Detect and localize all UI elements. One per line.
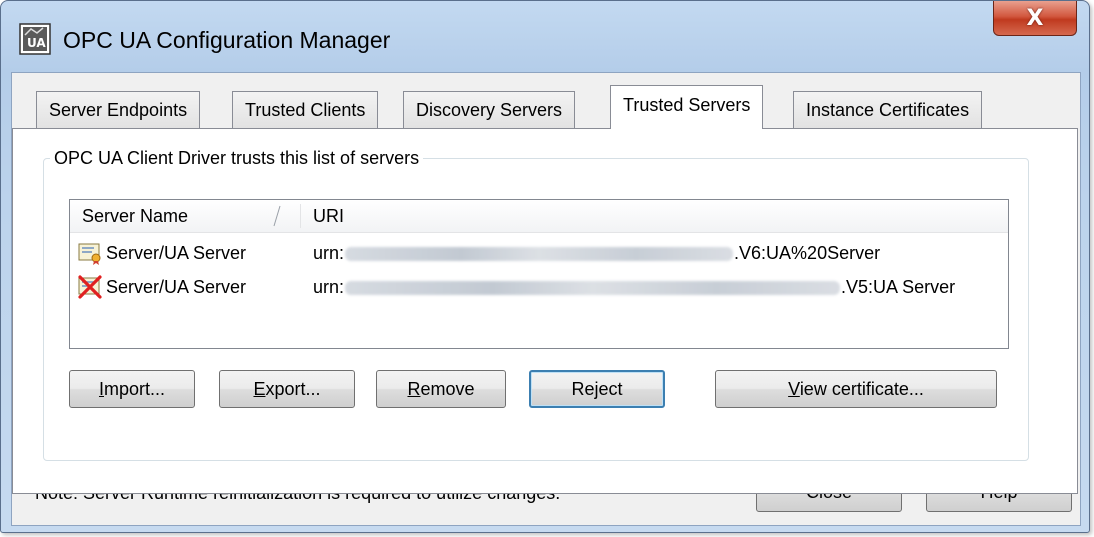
tab-label: Discovery Servers	[416, 100, 563, 120]
dialog-client-area: Server Endpoints Trusted Clients Discove…	[11, 72, 1081, 526]
uri-cell: urn: .V6:UA%20Server	[313, 238, 880, 268]
column-header-uri[interactable]: URI	[313, 200, 344, 232]
tab-label: Trusted Servers	[623, 95, 751, 115]
export-button[interactable]: Export...	[219, 370, 355, 408]
server-list[interactable]: Server Name URI Server/UA Server urn: .V…	[69, 199, 1009, 349]
uri-suffix: .V5:UA Server	[841, 277, 956, 297]
trusted-servers-groupbox: OPC UA Client Driver trusts this list of…	[43, 146, 1029, 461]
column-sort-indicator-icon	[273, 205, 281, 227]
reject-label: Reject	[571, 379, 623, 399]
view-cert-accel: V	[788, 379, 800, 399]
export-accel: E	[253, 379, 266, 399]
window-title: OPC UA Configuration Manager	[63, 27, 391, 53]
tab-label: Trusted Clients	[245, 100, 366, 120]
server-name-cell: Server/UA Server	[106, 243, 247, 263]
column-divider	[300, 204, 301, 228]
redacted-uri-segment	[345, 281, 841, 296]
certificate-trusted-icon	[78, 243, 101, 265]
app-ua-icon: UA	[19, 23, 51, 55]
tab-discovery-servers[interactable]: Discovery Servers	[403, 91, 576, 128]
column-header-server-name[interactable]: Server Name	[82, 200, 188, 232]
tab-trusted-clients[interactable]: Trusted Clients	[232, 91, 379, 128]
list-header: Server Name URI	[70, 200, 1008, 233]
close-icon: X	[1026, 5, 1044, 31]
import-label: mport...	[104, 379, 166, 399]
tab-trusted-servers[interactable]: Trusted Servers	[610, 85, 764, 129]
redacted-uri-segment	[345, 247, 734, 262]
remove-button[interactable]: Remove	[376, 370, 506, 408]
uri-prefix: urn:	[313, 243, 345, 263]
certificate-rejected-icon	[78, 275, 102, 299]
svg-text:UA: UA	[27, 36, 46, 50]
server-name-cell: Server/UA Server	[106, 277, 247, 297]
uri-prefix: urn:	[313, 277, 345, 297]
tab-label: Instance Certificates	[806, 100, 970, 120]
window-close-button[interactable]: X	[993, 1, 1077, 36]
uri-suffix: .V6:UA%20Server	[734, 243, 881, 263]
tab-server-endpoints[interactable]: Server Endpoints	[36, 91, 201, 128]
window: UA OPC UA Configuration Manager X Server…	[0, 0, 1090, 533]
export-label: xport...	[265, 379, 321, 399]
table-row[interactable]: Server/UA Server urn: .V5:UA Server	[70, 272, 1008, 302]
remove-accel: R	[407, 379, 421, 399]
import-button[interactable]: Import...	[69, 370, 195, 408]
view-certificate-button[interactable]: View certificate...	[715, 370, 997, 408]
view-cert-label: iew certificate...	[799, 379, 924, 399]
uri-cell: urn: .V5:UA Server	[313, 272, 955, 302]
reject-button[interactable]: Reject	[529, 370, 665, 408]
remove-label: emove	[420, 379, 475, 399]
tab-label: Server Endpoints	[49, 100, 188, 120]
tab-instance-certificates[interactable]: Instance Certificates	[793, 91, 983, 128]
group-legend: OPC UA Client Driver trusts this list of…	[50, 146, 424, 170]
trusted-servers-panel: OPC UA Client Driver trusts this list of…	[12, 128, 1078, 494]
table-row[interactable]: Server/UA Server urn: .V6:UA%20Server	[70, 238, 1008, 268]
